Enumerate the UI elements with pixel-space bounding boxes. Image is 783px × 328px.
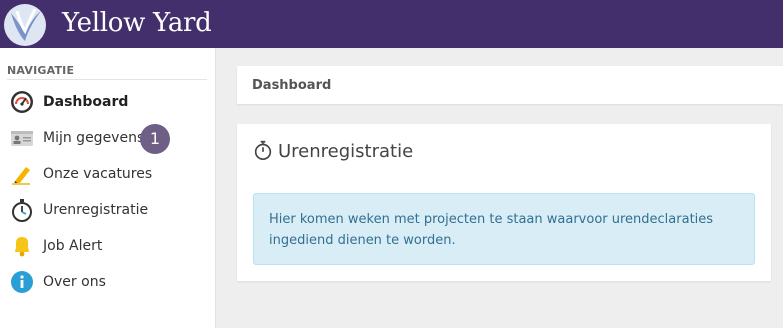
- sidebar-item-label: Over ons: [43, 274, 106, 290]
- card-title: Urenregistratie: [278, 141, 414, 162]
- sidebar-item-dashboard[interactable]: Dashboard: [0, 84, 215, 120]
- sidebar: NAVIGATIE Dashboard Mijn gegevens 1 Onze…: [0, 48, 216, 328]
- top-bar: Yellow Yard: [0, 0, 783, 48]
- sidebar-item-urenregistratie[interactable]: Urenregistratie: [0, 192, 215, 228]
- sidebar-item-label: Mijn gegevens: [43, 130, 145, 146]
- notification-badge: 1: [140, 124, 170, 154]
- sidebar-item-label: Job Alert: [43, 238, 103, 254]
- sidebar-item-over-ons[interactable]: Over ons: [0, 264, 215, 300]
- nav-heading: NAVIGATIE: [7, 64, 75, 77]
- speedometer-icon: [11, 91, 33, 113]
- sidebar-item-mijn-gegevens[interactable]: Mijn gegevens 1: [0, 120, 215, 156]
- page-header: Dashboard: [237, 66, 783, 104]
- sidebar-item-label: Urenregistratie: [43, 202, 149, 218]
- sidebar-item-label: Onze vacatures: [43, 166, 153, 182]
- stopwatch-icon: [12, 199, 32, 222]
- pen-icon: [12, 167, 30, 185]
- id-card-icon: [11, 131, 33, 146]
- urenregistratie-card: Urenregistratie Hier komen weken met pro…: [237, 124, 771, 281]
- logo-icon[interactable]: [3, 3, 47, 47]
- page-title: Dashboard: [252, 78, 332, 93]
- sidebar-item-onze-vacatures[interactable]: Onze vacatures: [0, 156, 215, 192]
- stopwatch-icon: [254, 140, 272, 160]
- brand-name[interactable]: Yellow Yard: [62, 6, 212, 40]
- info-alert: Hier komen weken met projecten te staan …: [253, 193, 755, 265]
- bell-icon: [15, 237, 29, 257]
- sidebar-item-job-alert[interactable]: Job Alert: [0, 228, 215, 264]
- nav-divider: [7, 79, 207, 80]
- info-icon: [11, 271, 33, 293]
- sidebar-item-label: Dashboard: [43, 94, 129, 110]
